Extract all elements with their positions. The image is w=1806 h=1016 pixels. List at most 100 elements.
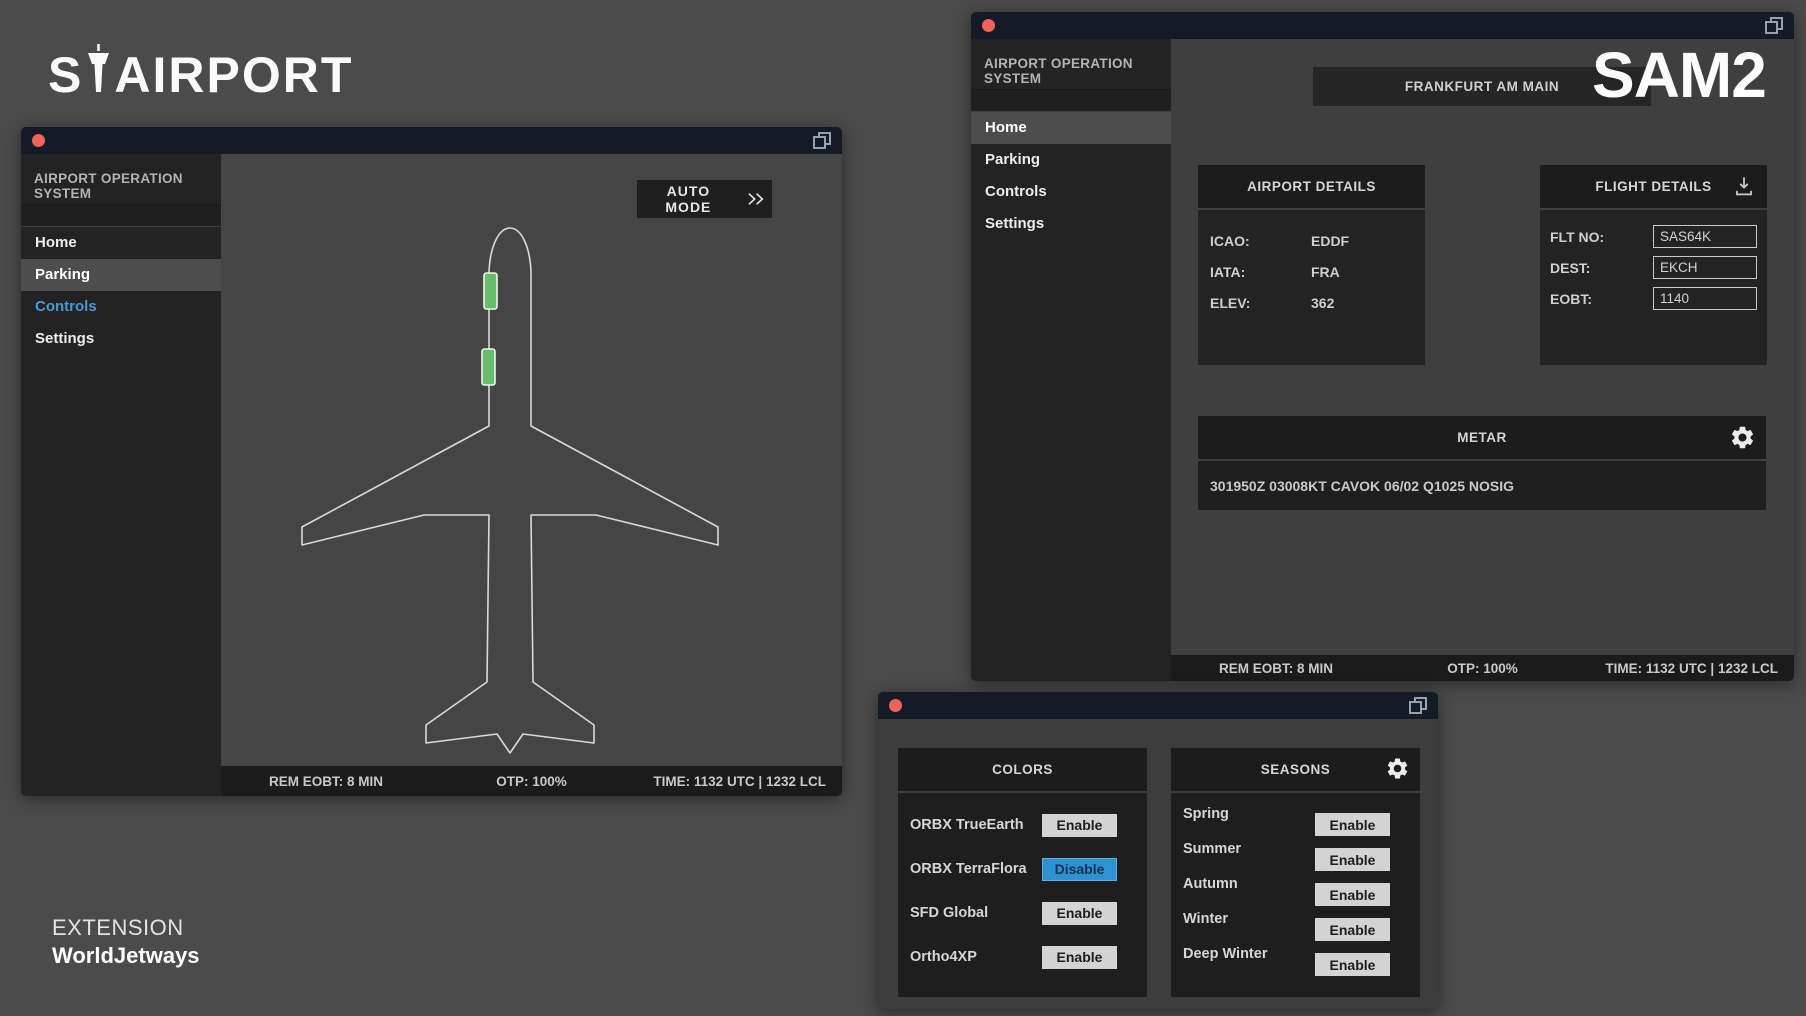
airport-details-title: AIRPORT DETAILS [1198, 165, 1425, 208]
autumn-label: Autumn [1183, 873, 1238, 908]
extension-label: EXTENSION [52, 915, 200, 941]
duplicate-window-icon[interactable] [813, 132, 831, 149]
iata-label: IATA: [1210, 264, 1311, 280]
rem-eobt-status: REM EOBT: 8 MIN [221, 774, 496, 789]
home-main-area: FRANKFURT AM MAIN AIRPORT DETAILS ICAO: … [1171, 39, 1794, 681]
sidebar-item-home[interactable]: Home [21, 227, 221, 259]
flight-details-body: FLT NO: DEST: EOBT: [1540, 210, 1767, 365]
sidebar-item-controls[interactable]: Controls [21, 291, 221, 323]
status-bar: REM EOBT: 8 MIN OTP: 100% TIME: 1132 UTC… [221, 766, 842, 796]
icao-value: EDDF [1311, 233, 1349, 249]
auto-mode-button[interactable]: AUTO MODE [637, 180, 772, 218]
spring-label: Spring [1183, 803, 1229, 838]
winter-toggle[interactable]: Enable [1315, 918, 1390, 941]
season-row: Winter Enable [1171, 908, 1420, 943]
flight-details-header: FLIGHT DETAILS [1540, 165, 1767, 208]
sidebar-item-settings[interactable]: Settings [21, 323, 221, 355]
autumn-toggle[interactable]: Enable [1315, 883, 1390, 906]
summer-toggle[interactable]: Enable [1315, 848, 1390, 871]
orbx-trueearth-toggle[interactable]: Enable [1042, 814, 1117, 837]
flt-no-label: FLT NO: [1550, 229, 1653, 245]
seasons-panel: SEASONS Spring Enable Summer Enable Autu… [1171, 748, 1420, 997]
stairport-logo-prefix: S [48, 46, 83, 104]
gear-icon[interactable] [1385, 756, 1410, 781]
ortho4xp-toggle[interactable]: Enable [1042, 946, 1117, 969]
sfd-global-label: SFD Global [910, 905, 988, 921]
sidebar-title: AIRPORT OPERATION SYSTEM [21, 154, 221, 205]
ortho4xp-label: Ortho4XP [910, 949, 977, 965]
iata-value: FRA [1311, 264, 1340, 280]
icao-label: ICAO: [1210, 233, 1311, 249]
time-status: TIME: 1132 UTC | 1232 LCL [1518, 661, 1794, 676]
home-window: AIRPORT OPERATION SYSTEM Home Parking Co… [971, 12, 1794, 681]
sam2-logo: SAM2 [1592, 38, 1766, 112]
season-row: Autumn Enable [1171, 873, 1420, 908]
detail-row: EOBT: [1550, 287, 1757, 310]
sidebar-divider [971, 90, 1171, 112]
eobt-label: EOBT: [1550, 291, 1653, 307]
duplicate-window-icon[interactable] [1409, 697, 1427, 714]
airport-details-panel: AIRPORT DETAILS ICAO: EDDF IATA: FRA ELE… [1198, 165, 1425, 365]
aircraft-door-indicator[interactable] [484, 273, 497, 309]
sidebar-item-parking[interactable]: Parking [21, 259, 221, 291]
sidebar-title: AIRPORT OPERATION SYSTEM [971, 39, 1171, 90]
sidebar-item-settings[interactable]: Settings [971, 208, 1171, 240]
season-row: Deep Winter Enable [1171, 943, 1420, 978]
parking-main-area: AUTO MODE REM EOBT: 8 MIN OTP: 100% TIME… [221, 154, 842, 796]
airport-details-body: ICAO: EDDF IATA: FRA ELEV: 362 [1198, 210, 1425, 365]
tweaks-window-titlebar[interactable] [878, 692, 1438, 719]
flight-details-panel: FLIGHT DETAILS FLT NO: DEST: EOBT: [1540, 165, 1767, 365]
seasons-header: SEASONS [1171, 748, 1420, 791]
auto-mode-label: AUTO MODE [643, 183, 734, 215]
aircraft-outline [300, 226, 720, 756]
metar-title: METAR [1457, 430, 1507, 445]
detail-row: IATA: FRA [1210, 256, 1413, 287]
rem-eobt-status: REM EOBT: 8 MIN [1171, 661, 1447, 676]
deep-winter-toggle[interactable]: Enable [1315, 953, 1390, 976]
close-icon[interactable] [982, 19, 995, 32]
home-window-titlebar[interactable] [971, 12, 1794, 39]
colors-title: COLORS [898, 748, 1147, 791]
duplicate-window-icon[interactable] [1765, 17, 1783, 34]
eobt-input[interactable] [1653, 287, 1757, 310]
parking-window: AIRPORT OPERATION SYSTEM Home Parking Co… [21, 127, 842, 796]
stairport-logo: S AIRPORT [48, 44, 353, 104]
deep-winter-label: Deep Winter [1183, 943, 1267, 978]
winter-label: Winter [1183, 908, 1228, 943]
orbx-terraflora-label: ORBX TerraFlora [910, 861, 1027, 877]
otp-status: OTP: 100% [1447, 661, 1518, 676]
home-window-sidebar: AIRPORT OPERATION SYSTEM Home Parking Co… [971, 39, 1171, 681]
elev-label: ELEV: [1210, 295, 1311, 311]
time-status: TIME: 1132 UTC | 1232 LCL [567, 774, 842, 789]
download-icon[interactable] [1731, 173, 1757, 199]
dest-label: DEST: [1550, 260, 1653, 276]
seasons-title: SEASONS [1261, 762, 1331, 777]
close-icon[interactable] [32, 134, 45, 147]
summer-label: Summer [1183, 838, 1241, 873]
sidebar-item-home[interactable]: Home [971, 112, 1171, 144]
parking-window-titlebar[interactable] [21, 127, 842, 154]
color-row: Ortho4XP Enable [898, 935, 1147, 979]
aircraft-door-indicator[interactable] [482, 349, 495, 385]
flight-details-title: FLIGHT DETAILS [1595, 179, 1711, 194]
detail-row: DEST: [1550, 256, 1757, 279]
spring-toggle[interactable]: Enable [1315, 813, 1390, 836]
season-row: Summer Enable [1171, 838, 1420, 873]
control-tower-icon [85, 44, 112, 92]
sidebar-item-controls[interactable]: Controls [971, 176, 1171, 208]
color-row: ORBX TrueEarth Enable [898, 803, 1147, 847]
close-icon[interactable] [889, 699, 902, 712]
color-row: SFD Global Enable [898, 891, 1147, 935]
flt-no-input[interactable] [1653, 225, 1757, 248]
orbx-terraflora-toggle[interactable]: Disable [1042, 858, 1117, 881]
dest-input[interactable] [1653, 256, 1757, 279]
season-row: Spring Enable [1171, 803, 1420, 838]
status-bar: REM EOBT: 8 MIN OTP: 100% TIME: 1132 UTC… [1171, 655, 1794, 681]
colors-body: ORBX TrueEarth Enable ORBX TerraFlora Di… [898, 793, 1147, 997]
seasons-body: Spring Enable Summer Enable Autumn Enabl… [1171, 793, 1420, 997]
sidebar-item-parking[interactable]: Parking [971, 144, 1171, 176]
gear-icon[interactable] [1729, 424, 1756, 451]
sidebar-divider [21, 205, 221, 227]
sfd-global-toggle[interactable]: Enable [1042, 902, 1117, 925]
extension-name: WorldJetways [52, 943, 200, 969]
